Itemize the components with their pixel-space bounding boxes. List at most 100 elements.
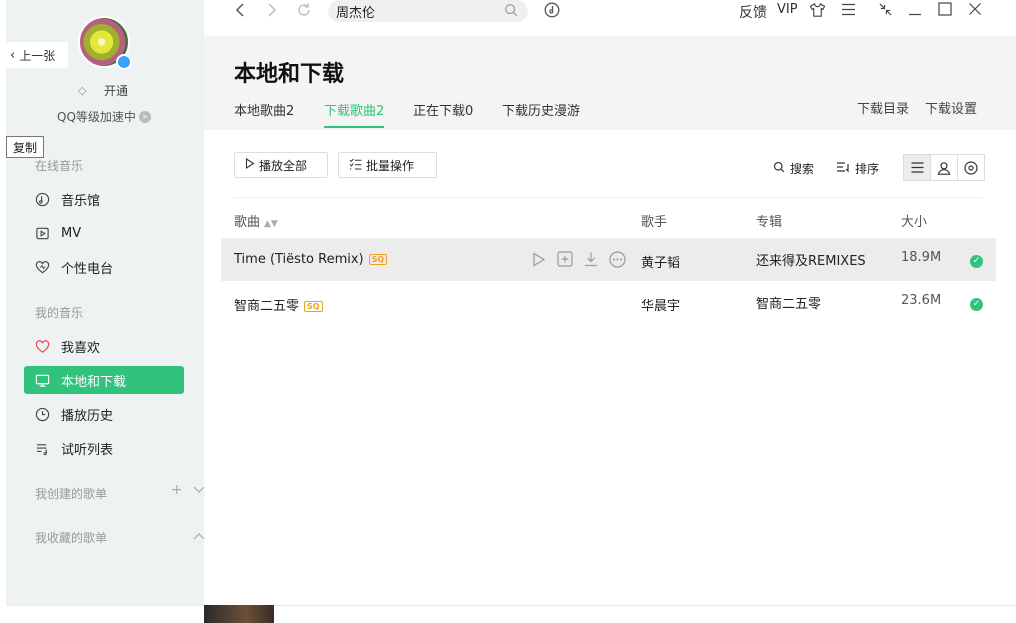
batch-operation-button[interactable]: 批量操作: [338, 152, 437, 178]
album-view-icon[interactable]: [958, 155, 984, 180]
sq-quality-badge: SQ: [368, 254, 388, 265]
monitor-icon: [35, 373, 50, 388]
sidebar-item-local-download[interactable]: 本地和下载: [24, 366, 184, 394]
qq-level-label: QQ等级加速中: [57, 110, 136, 124]
downloaded-check-icon: ✓: [970, 298, 983, 311]
sidebar-item-history[interactable]: 播放历史: [24, 400, 184, 428]
nav-back-icon[interactable]: [234, 2, 246, 23]
back-label: 上一张: [19, 48, 56, 63]
copy-tooltip[interactable]: 复制: [6, 136, 44, 158]
sort-label: 排序: [855, 162, 880, 176]
artist-cell[interactable]: 黄子韬: [641, 252, 680, 271]
back-button[interactable]: ‹ 上一张: [6, 42, 68, 68]
artist-cell[interactable]: 华晨宇: [641, 295, 680, 314]
vip-open-link[interactable]: ◇ 开通: [78, 82, 128, 99]
collected-playlists-title: 我收藏的歌单: [35, 531, 108, 545]
list-view-icon[interactable]: [904, 155, 931, 180]
column-song[interactable]: 歌曲 ▲▼: [234, 211, 278, 230]
sidebar-item-label: MV: [61, 225, 82, 241]
sort-arrows-icon: ▲▼: [264, 219, 278, 229]
play-icon: [245, 157, 255, 172]
artist-view-icon[interactable]: [931, 155, 958, 180]
sidebar-item-trial-list[interactable]: 试听列表: [24, 434, 184, 462]
batch-label: 批量操作: [366, 158, 415, 173]
sidebar-item-favorites[interactable]: 我喜欢: [24, 332, 184, 360]
song-title-cell[interactable]: 智商二五零 SQ: [234, 295, 323, 314]
close-icon[interactable]: [968, 2, 982, 20]
downloaded-check-icon: ✓: [970, 255, 983, 268]
maximize-icon[interactable]: [938, 2, 952, 20]
collected-playlists-section[interactable]: 我收藏的歌单: [35, 529, 205, 546]
tab-local-songs[interactable]: 本地歌曲2: [234, 100, 294, 126]
column-artist: 歌手: [641, 215, 668, 230]
column-song-label: 歌曲: [234, 215, 261, 230]
online-music-title: 在线音乐: [35, 159, 84, 173]
playlist-icon: [35, 441, 50, 456]
skin-shirt-icon[interactable]: [809, 2, 826, 22]
view-mode-switch: [903, 154, 985, 181]
column-size: 大小: [901, 215, 928, 230]
sidebar-item-label: 音乐馆: [61, 193, 101, 209]
song-title: 智商二五零: [234, 299, 300, 314]
diamond-icon: ◇: [78, 83, 87, 97]
menu-icon[interactable]: [841, 3, 856, 20]
now-playing-album-cover[interactable]: [204, 605, 274, 623]
my-music-title: 我的音乐: [35, 306, 84, 320]
play-all-label: 播放全部: [259, 158, 308, 173]
page-header: 本地和下载 本地歌曲2 下载歌曲2 正在下载0 下载历史漫游 下载目录 下载设置: [204, 36, 1016, 130]
sidebar-item-label: 播放历史: [61, 408, 114, 424]
page-title: 本地和下载: [234, 62, 345, 87]
player-bar: [6, 605, 1016, 623]
sort-button[interactable]: 排序: [836, 160, 879, 177]
add-to-list-icon[interactable]: [556, 250, 574, 268]
tab-download-history[interactable]: 下载历史漫游: [502, 100, 580, 126]
speed-icon: »: [138, 110, 151, 123]
download-settings-link[interactable]: 下载设置: [925, 98, 977, 117]
play-icon[interactable]: [530, 250, 548, 268]
qq-level-status[interactable]: QQ等级加速中 »: [57, 108, 151, 125]
music-hall-icon: [35, 192, 50, 207]
batch-list-icon: [349, 158, 362, 173]
size-cell: 23.6M: [901, 293, 942, 308]
more-icon[interactable]: [608, 250, 626, 268]
feedback-button[interactable]: 反馈: [739, 2, 767, 22]
album-cell[interactable]: 还来得及REMIXES: [756, 250, 866, 269]
song-title: Time (Tiësto Remix): [234, 252, 364, 267]
song-title-cell[interactable]: Time (Tiësto Remix) SQ: [234, 252, 388, 267]
tab-downloading[interactable]: 正在下载0: [413, 100, 473, 126]
sidebar-item-radio[interactable]: 个性电台: [24, 253, 184, 281]
mini-mode-icon[interactable]: [878, 2, 893, 21]
refresh-icon[interactable]: [296, 2, 312, 23]
add-playlist-icon[interactable]: +: [171, 482, 183, 498]
column-album: 专辑: [756, 215, 783, 230]
vip-button[interactable]: VIP: [777, 2, 798, 17]
sidebar-item-mv[interactable]: MV: [24, 219, 184, 247]
sidebar-item-label: 我喜欢: [61, 340, 101, 356]
play-all-button[interactable]: 播放全部: [234, 152, 328, 178]
search-input[interactable]: 周杰伦: [328, 0, 528, 22]
local-search-button[interactable]: 搜索: [773, 160, 814, 177]
download-icon[interactable]: [582, 250, 600, 268]
music-recognize-icon[interactable]: [544, 2, 560, 23]
minimize-icon[interactable]: [908, 2, 922, 20]
tab-downloaded-songs[interactable]: 下载歌曲2: [324, 100, 385, 128]
table-row[interactable]: 智商二五零 SQ 华晨宇 智商二五零 23.6M ✓: [221, 281, 996, 324]
row-actions: [530, 250, 626, 268]
qq-badge-icon: [116, 54, 132, 70]
created-playlists-section[interactable]: 我创建的歌单 +: [35, 482, 205, 502]
search-icon: [773, 161, 785, 176]
sort-icon: [836, 161, 850, 176]
radio-heart-icon: [35, 260, 50, 275]
chevron-left-icon: ‹: [10, 47, 16, 63]
search-icon[interactable]: [504, 3, 518, 21]
sidebar-item-music-hall[interactable]: 音乐馆: [24, 185, 184, 213]
nav-forward-icon[interactable]: [266, 2, 278, 23]
heart-icon: [35, 339, 50, 354]
clock-icon: [35, 407, 50, 422]
download-directory-link[interactable]: 下载目录: [857, 98, 909, 117]
table-row[interactable]: Time (Tiësto Remix) SQ 黄子韬 还来得及REMIXES 18…: [221, 238, 996, 281]
sidebar: ‹ 上一张 ◇ 开通 QQ等级加速中 » 复制 在线音乐 音乐馆 MV 个性电台…: [6, 0, 205, 605]
chevron-down-icon[interactable]: [193, 482, 205, 498]
album-cell[interactable]: 智商二五零: [756, 293, 821, 312]
chevron-up-icon[interactable]: [193, 528, 205, 544]
